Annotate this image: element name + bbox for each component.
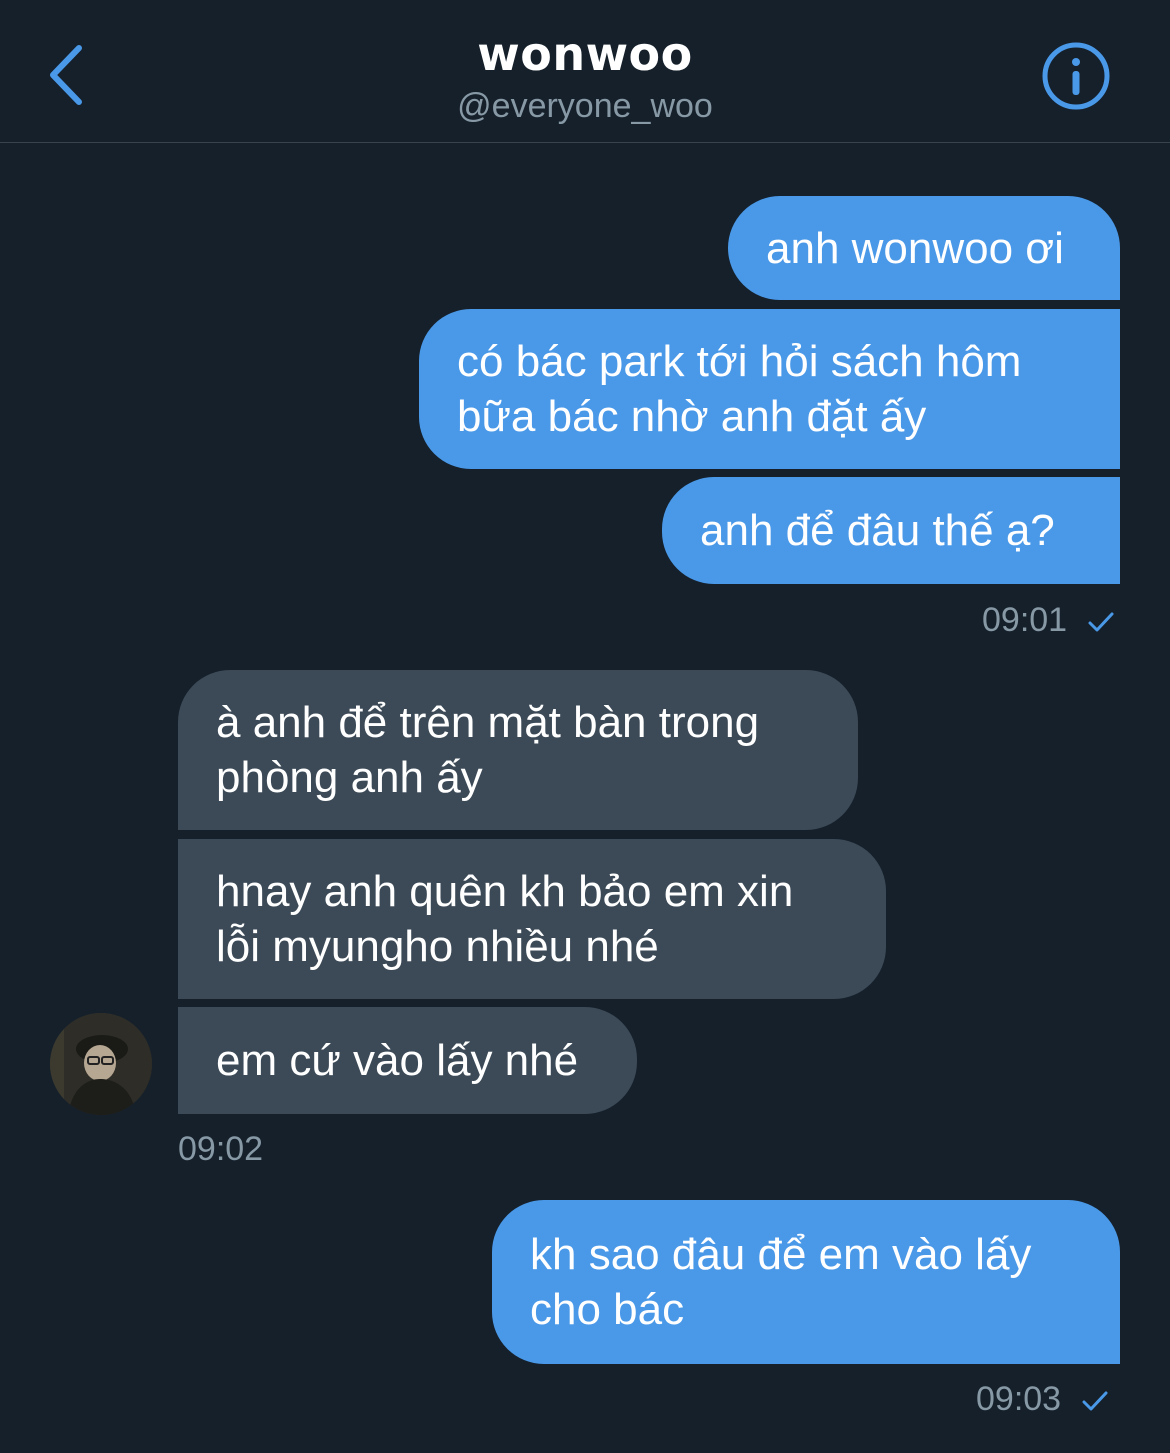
- message-bubble-received[interactable]: hnay anh quên kh bảo em xin lỗi myungho …: [178, 839, 886, 999]
- message-text: anh wonwoo ơi: [766, 223, 1064, 273]
- conversation-header: wonwoo @everyone_woo: [0, 0, 1170, 143]
- contact-avatar[interactable]: [50, 1013, 152, 1115]
- read-check-icon: [1082, 1391, 1108, 1411]
- info-circle-icon: [1042, 42, 1110, 110]
- message-timestamp: 09:01: [982, 600, 1115, 640]
- message-bubble-sent[interactable]: anh để đâu thế ạ?: [662, 477, 1120, 584]
- timestamp-text: 09:02: [178, 1130, 264, 1168]
- message-text: hnay anh quên kh bảo em xin lỗi myungho …: [216, 867, 794, 971]
- message-bubble-sent[interactable]: có bác park tới hỏi sách hôm bữa bác nhờ…: [419, 309, 1120, 469]
- message-text: à anh để trên mặt bàn trong phòng anh ấy: [216, 698, 760, 802]
- message-bubble-received[interactable]: à anh để trên mặt bàn trong phòng anh ấy: [178, 670, 858, 830]
- message-timestamp: 09:03: [976, 1379, 1109, 1419]
- message-text: anh để đâu thế ạ?: [700, 506, 1055, 555]
- timestamp-text: 09:01: [982, 601, 1068, 639]
- message-timestamp: 09:02: [178, 1129, 263, 1169]
- message-bubble-received[interactable]: em cứ vào lấy nhé: [178, 1007, 637, 1114]
- message-text: em cứ vào lấy nhé: [216, 1036, 579, 1085]
- contact-name: wonwoo: [477, 27, 693, 81]
- conversation-title-block[interactable]: wonwoo @everyone_woo: [0, 26, 1170, 128]
- timestamp-text: 09:03: [976, 1380, 1062, 1418]
- message-text: có bác park tới hỏi sách hôm bữa bác nhờ…: [457, 337, 1022, 441]
- message-text: kh sao đâu để em vào lấy cho bác: [530, 1230, 1032, 1334]
- read-check-icon: [1088, 612, 1114, 632]
- avatar-image: [50, 1013, 152, 1115]
- message-bubble-sent[interactable]: anh wonwoo ơi: [728, 196, 1120, 300]
- contact-handle: @everyone_woo: [457, 87, 713, 125]
- info-button[interactable]: [1040, 40, 1112, 112]
- message-bubble-sent[interactable]: kh sao đâu để em vào lấy cho bác: [492, 1200, 1120, 1364]
- dm-conversation-screen: wonwoo @everyone_woo anh wonwoo ơi có bá…: [0, 0, 1170, 1453]
